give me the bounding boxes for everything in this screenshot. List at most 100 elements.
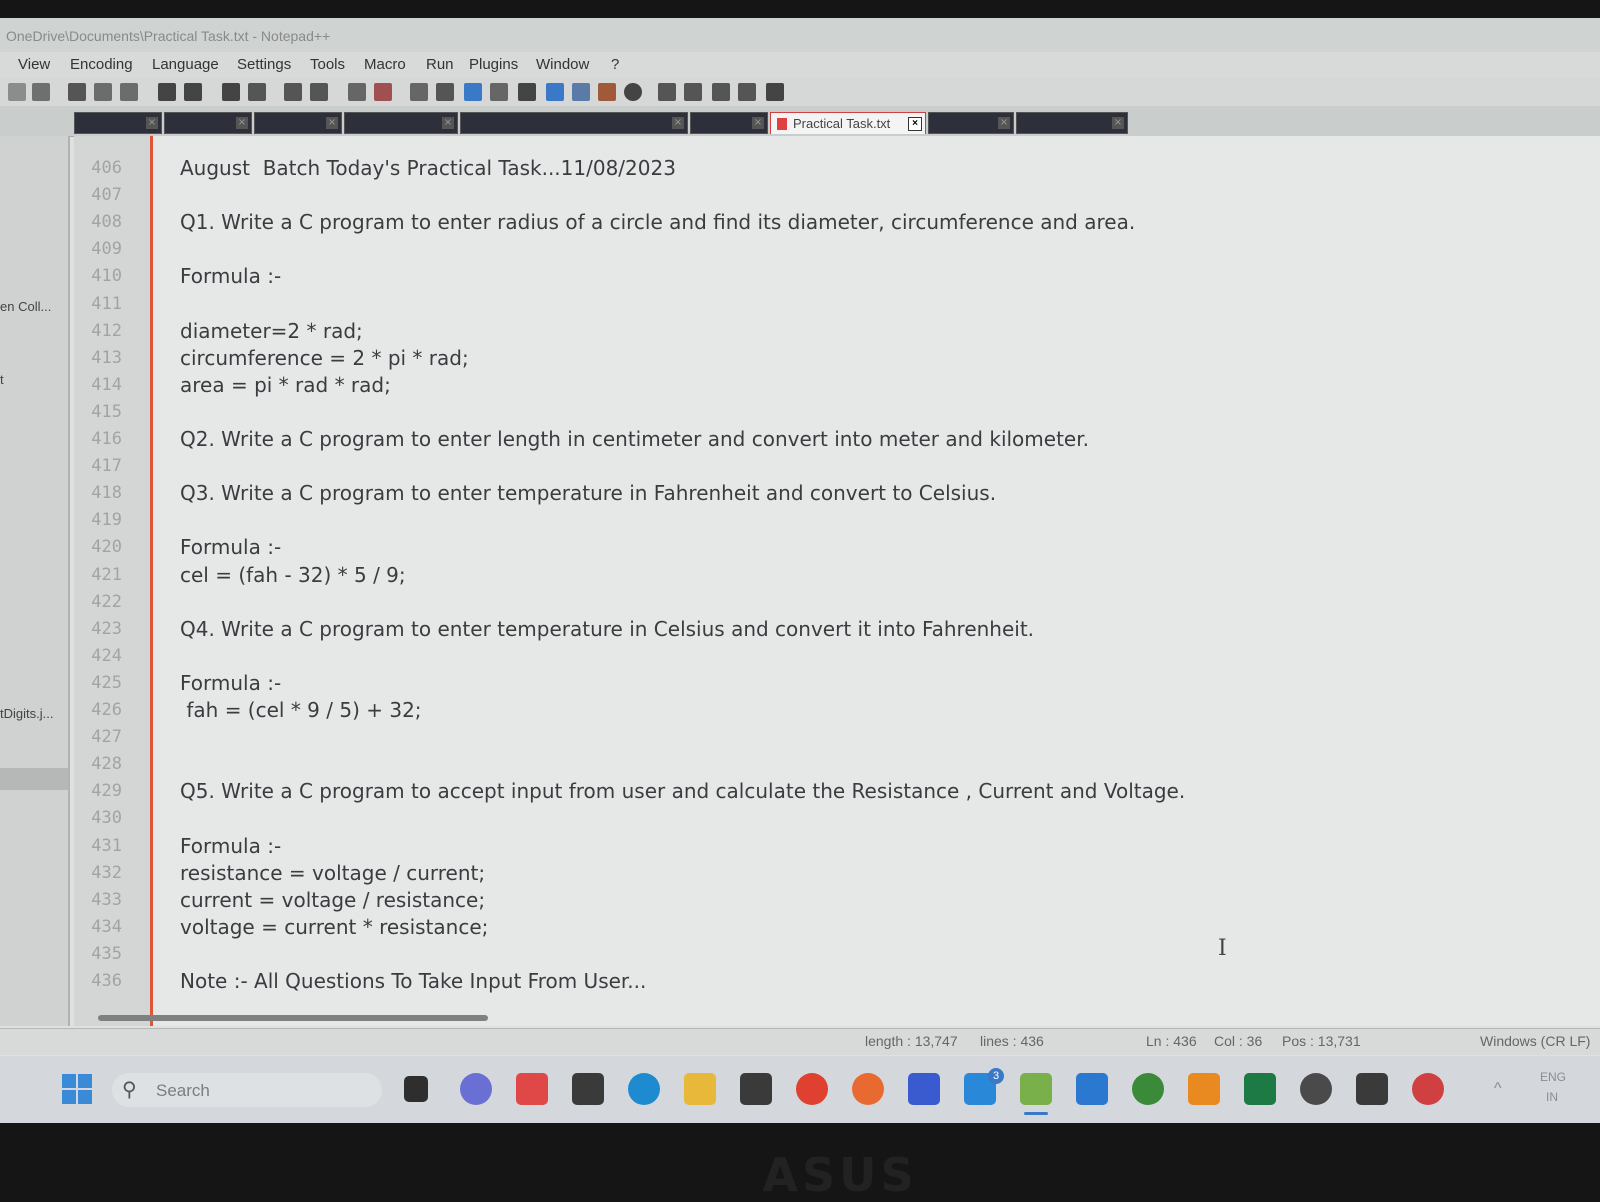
firefox-icon[interactable] xyxy=(852,1073,884,1105)
editor-line[interactable]: circumference = 2 * pi * rad; xyxy=(180,346,469,370)
menu-window[interactable]: Window xyxy=(536,56,589,73)
close-icon[interactable]: × xyxy=(442,117,454,129)
workspace-item[interactable]: en Coll... xyxy=(0,299,51,314)
menu-run[interactable]: Run xyxy=(426,56,454,73)
save-macro-icon[interactable] xyxy=(766,83,784,101)
tab-other-4[interactable]: × xyxy=(344,112,458,134)
editor-line[interactable]: Q3. Write a C program to enter temperatu… xyxy=(180,481,996,505)
editor-line[interactable]: current = voltage / resistance; xyxy=(180,888,485,912)
zoom-in-icon[interactable] xyxy=(284,83,302,101)
sync-vertical-icon[interactable] xyxy=(348,83,366,101)
horizontal-scrollbar[interactable] xyxy=(98,1015,488,1021)
editor-line[interactable]: Formula :- xyxy=(180,834,281,858)
window-titlebar[interactable]: OneDrive\Documents\Practical Task.txt - … xyxy=(0,18,1600,52)
sublime-icon[interactable] xyxy=(572,1073,604,1105)
excel-icon[interactable] xyxy=(1244,1073,1276,1105)
menu-tools[interactable]: Tools xyxy=(310,56,345,73)
record-macro-icon[interactable] xyxy=(658,83,676,101)
start-button[interactable] xyxy=(62,1074,92,1104)
line-number[interactable]: 435 xyxy=(78,944,122,964)
editor-line[interactable]: August Batch Today's Practical Task...11… xyxy=(180,156,676,180)
line-number[interactable]: 422 xyxy=(78,592,122,612)
function-list-icon[interactable] xyxy=(546,83,564,101)
line-number[interactable]: 425 xyxy=(78,673,122,693)
line-number[interactable]: 413 xyxy=(78,348,122,368)
close-icon[interactable]: × xyxy=(1112,117,1124,129)
close-tab-icon[interactable]: × xyxy=(908,117,922,131)
editor-line[interactable]: Note :- All Questions To Take Input From… xyxy=(180,969,646,993)
new-file-icon[interactable] xyxy=(8,83,26,101)
line-number[interactable]: 429 xyxy=(78,781,122,801)
editor-line[interactable]: Q4. Write a C program to enter temperatu… xyxy=(180,617,1034,641)
monitoring-icon[interactable] xyxy=(624,83,642,101)
word-wrap-icon[interactable] xyxy=(410,83,428,101)
editor-line[interactable]: Q1. Write a C program to enter radius of… xyxy=(180,210,1135,234)
terminal-icon[interactable] xyxy=(1356,1073,1388,1105)
app-gray-icon[interactable] xyxy=(1300,1073,1332,1105)
paste-icon[interactable] xyxy=(120,83,138,101)
line-number[interactable]: 423 xyxy=(78,619,122,639)
show-all-characters-icon[interactable] xyxy=(436,83,454,101)
editor-line[interactable]: Q5. Write a C program to accept input fr… xyxy=(180,779,1185,803)
menu-macro[interactable]: Macro xyxy=(364,56,406,73)
close-icon[interactable]: × xyxy=(236,117,248,129)
line-number[interactable]: 409 xyxy=(78,239,122,259)
open-folder-icon[interactable] xyxy=(598,83,616,101)
tab-other-6[interactable]: × xyxy=(690,112,768,134)
line-number[interactable]: 411 xyxy=(78,294,122,314)
tab-other-2[interactable]: × xyxy=(164,112,252,134)
redo-icon[interactable] xyxy=(184,83,202,101)
close-icon[interactable]: × xyxy=(326,117,338,129)
line-number[interactable]: 432 xyxy=(78,863,122,883)
line-number[interactable]: 420 xyxy=(78,537,122,557)
menu-language[interactable]: Language xyxy=(152,56,219,73)
line-number[interactable]: 431 xyxy=(78,836,122,856)
editor-line[interactable]: Formula :- xyxy=(180,264,281,288)
undo-icon[interactable] xyxy=(158,83,176,101)
find-icon[interactable] xyxy=(222,83,240,101)
line-number[interactable]: 407 xyxy=(78,185,122,205)
vscode-icon[interactable] xyxy=(1076,1073,1108,1105)
line-number[interactable]: 406 xyxy=(78,158,122,178)
tray-region[interactable]: IN xyxy=(1546,1090,1558,1104)
menu-view[interactable]: View xyxy=(18,56,50,73)
text-editor[interactable]: August Batch Today's Practical Task...11… xyxy=(153,136,1600,1026)
editor-line[interactable]: diameter=2 * rad; xyxy=(180,319,363,343)
replace-icon[interactable] xyxy=(248,83,266,101)
line-number[interactable]: 436 xyxy=(78,971,122,991)
tab-other-8[interactable]: × xyxy=(1016,112,1128,134)
tab-other-1[interactable]: × xyxy=(74,112,162,134)
line-number[interactable]: 434 xyxy=(78,917,122,937)
menu-plugins[interactable]: Plugins xyxy=(469,56,518,73)
anydesk-icon[interactable] xyxy=(516,1073,548,1105)
editor-line[interactable]: Formula :- xyxy=(180,671,281,695)
menu-help[interactable]: ? xyxy=(611,56,619,73)
workspace-item[interactable]: tDigits.j... xyxy=(0,706,53,721)
close-icon[interactable]: × xyxy=(146,117,158,129)
line-number[interactable]: 418 xyxy=(78,483,122,503)
line-number[interactable]: 424 xyxy=(78,646,122,666)
close-icon[interactable]: × xyxy=(998,117,1010,129)
editor-line[interactable]: voltage = current * resistance; xyxy=(180,915,488,939)
play-macro-icon[interactable] xyxy=(712,83,730,101)
editor-line[interactable]: fah = (cel * 9 / 5) + 32; xyxy=(180,698,421,722)
close-icon[interactable]: × xyxy=(752,117,764,129)
editor-line[interactable]: resistance = voltage / current; xyxy=(180,861,485,885)
line-number[interactable]: 410 xyxy=(78,266,122,286)
menu-settings[interactable]: Settings xyxy=(237,56,291,73)
editor-line[interactable]: cel = (fah - 32) * 5 / 9; xyxy=(180,563,406,587)
folder-as-workspace-icon[interactable] xyxy=(572,83,590,101)
line-number[interactable]: 414 xyxy=(78,375,122,395)
app-red-icon[interactable] xyxy=(1412,1073,1444,1105)
app-green-icon[interactable] xyxy=(1132,1073,1164,1105)
tray-language[interactable]: ENG xyxy=(1540,1070,1566,1084)
vlc-icon[interactable] xyxy=(1188,1073,1220,1105)
close-icon[interactable]: × xyxy=(672,117,684,129)
taskbar-search[interactable]: ⚲ Search xyxy=(112,1073,382,1107)
copy-icon[interactable] xyxy=(94,83,112,101)
run-macro-multiple-icon[interactable] xyxy=(738,83,756,101)
sync-horizontal-icon[interactable] xyxy=(374,83,392,101)
line-number[interactable]: 426 xyxy=(78,700,122,720)
tab-other-7[interactable]: × xyxy=(928,112,1014,134)
line-number[interactable]: 412 xyxy=(78,321,122,341)
